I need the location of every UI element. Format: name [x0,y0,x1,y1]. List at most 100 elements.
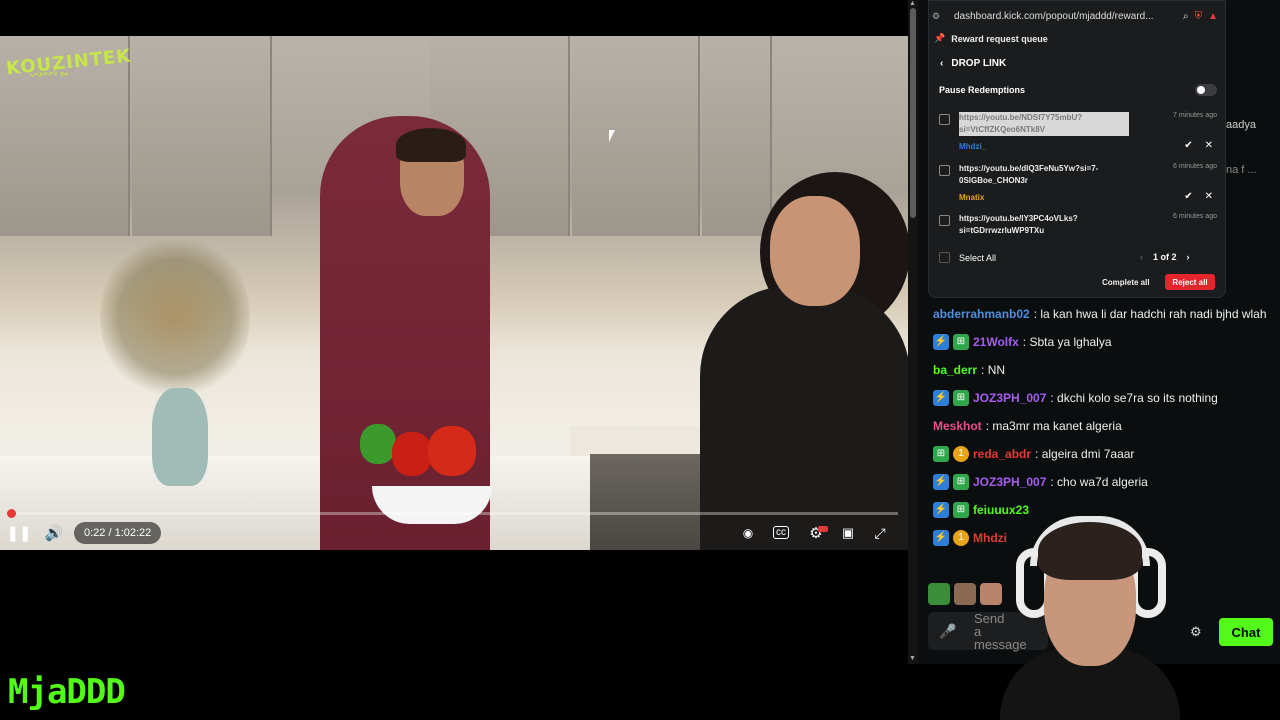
verified-badge-icon[interactable]: ⚡ [933,390,949,406]
chat-text-behind: aadya [1226,119,1256,131]
streamer-name: MjaDDD [8,672,126,712]
chat-username[interactable]: JOZ3PH_007 [973,473,1046,491]
scrollbar-thumb[interactable] [910,8,916,218]
captions-icon[interactable]: cc [773,526,789,539]
subscriber-badge-icon[interactable]: ⊞ [953,390,969,406]
chat-username[interactable]: ba_derr [933,361,977,379]
webcam-overlay [1000,508,1180,720]
subscriber-badge-icon[interactable]: ⊞ [953,334,969,350]
page-indicator: 1 of 2 [1153,252,1177,262]
gifter-badge-icon[interactable]: 1 [953,446,969,462]
request-checkbox[interactable] [939,215,950,226]
request-time: 6 minutes ago [1173,213,1217,220]
pin-icon: 📌 [934,33,946,43]
select-all-checkbox[interactable] [939,252,950,263]
chat-username[interactable]: 21Wolfx [973,333,1019,351]
request-time: 6 minutes ago [1173,163,1217,170]
person-head [770,196,860,306]
subscriber-badge-icon[interactable]: ⊞ [953,502,969,518]
chat-settings-gear-icon[interactable]: ⚙ [1190,624,1202,640]
chat-message-text: : cho wa7d algeria [1050,475,1148,489]
channel-logo-subtitle: مع ناجحوتي [30,68,69,77]
chat-text-behind: na f ... [1226,164,1257,176]
chat-message-text: : la kan hwa li dar hadchi rah nadi bjhd… [1033,307,1267,321]
chat-username[interactable]: Meskhot [933,417,982,435]
video-frame[interactable] [0,36,908,550]
miniplayer-icon[interactable]: ▣ [837,522,859,544]
send-chat-button[interactable]: Chat [1219,618,1273,646]
complete-all-button[interactable]: Complete all [1096,274,1156,290]
pepper-bowl [372,486,492,524]
reward-back-link[interactable]: ‹ DROP LINK [940,58,1006,69]
person-woman [700,286,908,550]
scroll-down-arrow-icon[interactable]: ▼ [909,655,916,662]
pause-toggle[interactable] [1195,84,1217,96]
request-checkbox[interactable] [939,165,950,176]
emote-bar [928,583,1002,605]
verified-badge-icon[interactable]: ⚡ [933,474,949,490]
plant [100,232,250,402]
pause-redemptions-row: Pause Redemptions [939,84,1217,96]
chat-username[interactable]: abderrahmanb02 [933,305,1030,323]
approve-check-icon[interactable]: ✔ [1184,191,1192,202]
verified-badge-icon[interactable]: ⚡ [933,530,949,546]
subscriber-badge-icon[interactable]: ⊞ [933,446,949,462]
reject-all-button[interactable]: Reject all [1165,274,1215,290]
green-pepper [360,424,396,464]
fullscreen-icon[interactable]: ⤢ [869,522,891,544]
approve-check-icon[interactable]: ✔ [1184,140,1192,151]
chevron-right-icon[interactable]: › [1187,252,1190,262]
reward-name: DROP LINK [951,58,1007,69]
progress-knob[interactable] [7,509,16,518]
chat-message: ba_derr : NN [933,361,1268,379]
emote[interactable] [928,583,950,605]
scroll-up-arrow-icon[interactable]: ▲ [909,0,916,7]
site-settings-icon[interactable]: ⚙ [928,11,944,22]
chat-username[interactable]: JOZ3PH_007 [973,389,1046,407]
request-user[interactable]: Mhdzi_ [959,142,986,151]
vase [152,388,208,486]
chevron-left-icon[interactable]: ‹ [1140,252,1143,262]
microphone-icon[interactable]: 🎤 [936,623,960,640]
reject-x-icon[interactable]: ✕ [1205,191,1213,202]
request-user[interactable]: Mnatix [959,193,984,202]
mouse-cursor-icon [609,130,615,142]
chevron-left-icon[interactable]: ‹ [940,58,943,69]
gifter-badge-icon[interactable]: 1 [953,530,969,546]
cabinet [702,36,772,236]
red-pepper [392,432,432,476]
chat-message: ⚡ ⊞ JOZ3PH_007 : cho wa7d algeria [933,473,1268,491]
emote[interactable] [954,583,976,605]
browser-url-bar[interactable]: ⚙ dashboard.kick.com/popout/mjaddd/rewar… [928,4,1226,28]
url-text[interactable]: dashboard.kick.com/popout/mjaddd/reward.… [954,11,1183,22]
zoom-icon[interactable]: ⌕ [1183,11,1189,22]
progress-bar[interactable] [8,512,898,515]
select-all-row[interactable]: Select All [939,252,996,263]
chat-message: ⚡ ⊞ JOZ3PH_007 : dkchi kolo se7ra so its no… [933,389,1268,407]
request-link[interactable]: https://youtu.be/dlQ3FeNu5Yw?si=7-0SlGBo… [959,163,1129,187]
queue-title: Reward request queue [951,33,1048,44]
subscriber-badge-icon[interactable]: ⊞ [953,474,969,490]
pause-label: Pause Redemptions [939,85,1026,95]
verified-badge-icon[interactable]: ⚡ [933,334,949,350]
pause-icon[interactable]: ❚❚ [6,522,31,544]
brave-rewards-icon[interactable]: ▲ [1208,11,1218,22]
request-link[interactable]: https://youtu.be/lY3PC4oVLks?si=tGDrrwzr… [959,213,1129,237]
chat-message-text: : Sbta ya lghalya [1022,335,1112,349]
chat-message-text: : NN [981,363,1006,377]
chat-message-text: : dkchi kolo se7ra so its nothing [1050,391,1218,405]
hd-badge [818,526,828,532]
chat-username[interactable]: reda_abdr [973,445,1031,463]
cabinet [132,36,272,236]
verified-badge-icon[interactable]: ⚡ [933,502,949,518]
autoplay-toggle-icon[interactable]: ◉ [737,522,759,544]
request-checkbox[interactable] [939,114,950,125]
red-pepper [428,426,476,476]
request-link[interactable]: https://youtu.be/NDSf7Y75mbU?si=VtCffZKQ… [959,112,1129,136]
reject-x-icon[interactable]: ✕ [1205,140,1213,151]
chat-message: Meskhot: ma3mr ma kanet algeria [933,417,1268,435]
emote[interactable] [980,583,1002,605]
video-player[interactable]: KOUZINTEK مع ناجحوتي ❚❚ 🔊 0:22 / 1:02:22… [0,0,908,552]
volume-icon[interactable]: 🔊 [43,522,65,544]
brave-shield-icon[interactable]: ⛨ [1195,11,1203,22]
